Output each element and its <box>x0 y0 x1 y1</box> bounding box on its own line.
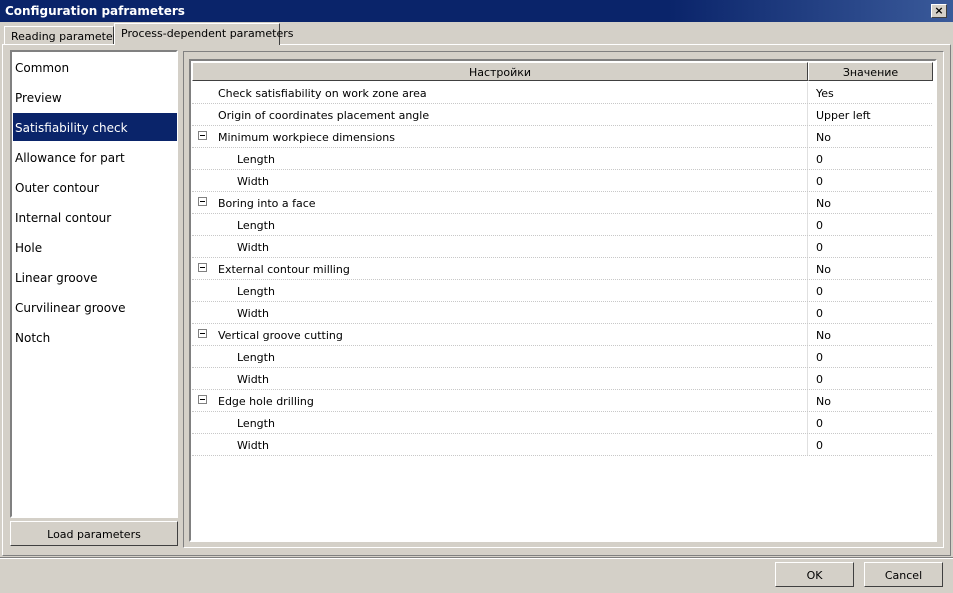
setting-value[interactable]: No <box>816 258 831 276</box>
sidebar-item[interactable]: Preview <box>13 83 177 111</box>
sidebar-item-label: Common <box>15 61 70 75</box>
table-row[interactable]: Minimum workpiece dimensions No <box>192 126 932 148</box>
sidebar-item[interactable]: Hole <box>13 233 177 261</box>
setting-name: Length <box>192 412 808 433</box>
tab-label: Reading parameters <box>11 30 123 43</box>
setting-value[interactable]: 0 <box>816 280 823 298</box>
table-row[interactable]: Length 0 <box>192 280 932 302</box>
setting-value[interactable]: No <box>816 126 831 144</box>
setting-value[interactable]: 0 <box>816 236 823 254</box>
setting-value[interactable]: 0 <box>816 434 823 452</box>
table-row[interactable]: Width 0 <box>192 434 932 456</box>
collapse-icon[interactable] <box>198 197 207 206</box>
cancel-label: Cancel <box>884 569 923 582</box>
close-icon: × <box>934 4 944 17</box>
table-row[interactable]: External contour milling No <box>192 258 932 280</box>
setting-value[interactable]: 0 <box>816 214 823 232</box>
table-row[interactable]: Origin of coordinates placement angle Upp… <box>192 104 932 126</box>
sidebar-item-label: Satisfiability check <box>15 121 128 135</box>
setting-value[interactable]: No <box>816 324 831 342</box>
setting-name: Origin of coordinates placement angle <box>192 104 808 125</box>
table-row[interactable]: Edge hole drilling No <box>192 390 932 412</box>
footer-separator <box>0 557 953 559</box>
table-row[interactable]: Vertical groove cutting No <box>192 324 932 346</box>
sidebar-item[interactable]: Outer contour <box>13 173 177 201</box>
table-row[interactable]: Length 0 <box>192 346 932 368</box>
settings-grid: Настройки Значение Check satisfiability … <box>189 59 937 542</box>
table-row[interactable]: Width 0 <box>192 368 932 390</box>
sidebar-item-label: Notch <box>15 331 51 345</box>
column-header-value[interactable]: Значение <box>808 62 933 81</box>
table-row[interactable]: Width 0 <box>192 170 932 192</box>
setting-value[interactable]: 0 <box>816 368 823 386</box>
window-title: Configuration paframeters <box>5 4 185 18</box>
sidebar-item-label: Outer contour <box>15 181 100 195</box>
setting-name: Length <box>192 148 808 169</box>
table-row[interactable]: Width 0 <box>192 236 932 258</box>
setting-value[interactable]: Upper left <box>816 104 871 122</box>
setting-value[interactable]: Yes <box>816 82 834 100</box>
setting-name: Edge hole drilling <box>192 390 808 411</box>
setting-name: External contour milling <box>192 258 808 279</box>
setting-name: Boring into a face <box>192 192 808 213</box>
collapse-icon[interactable] <box>198 131 207 140</box>
close-button[interactable]: × <box>931 4 947 18</box>
tab-label: Process-dependent parameters <box>121 27 294 40</box>
sidebar-item[interactable]: Notch <box>13 323 177 351</box>
table-row[interactable]: Length 0 <box>192 412 932 434</box>
setting-value[interactable]: 0 <box>816 170 823 188</box>
setting-name: Width <box>192 236 808 257</box>
load-parameters-button[interactable]: Load parameters <box>10 521 178 546</box>
ok-label: OK <box>806 569 823 582</box>
table-row[interactable]: Check satisfiability on work zone area Ye… <box>192 82 932 104</box>
collapse-icon[interactable] <box>198 329 207 338</box>
tab-process-dependent-parameters[interactable]: Process-dependent parameters <box>114 23 294 45</box>
setting-name: Length <box>192 346 808 367</box>
setting-value[interactable]: No <box>816 390 831 408</box>
setting-name: Width <box>192 302 808 323</box>
setting-name: Vertical groove cutting <box>192 324 808 345</box>
setting-name: Check satisfiability on work zone area <box>192 82 808 103</box>
sidebar-item[interactable]: Linear groove <box>13 263 177 291</box>
column-header-settings-label: Настройки <box>468 66 532 79</box>
sidebar-item[interactable]: Satisfiability check <box>13 113 177 141</box>
setting-name: Width <box>192 170 808 191</box>
cancel-button[interactable]: Cancel <box>864 562 943 587</box>
sidebar-item[interactable]: Curvilinear groove <box>13 293 177 321</box>
setting-value[interactable]: 0 <box>816 412 823 430</box>
table-row[interactable]: Boring into a face No <box>192 192 932 214</box>
collapse-icon[interactable] <box>198 263 207 272</box>
table-row[interactable]: Length 0 <box>192 214 932 236</box>
sidebar-item[interactable]: Allowance for part <box>13 143 177 171</box>
column-header-value-label: Значение <box>842 66 899 79</box>
ok-button[interactable]: OK <box>775 562 854 587</box>
sidebar-item-label: Preview <box>15 91 62 105</box>
sidebar-item-label: Internal contour <box>15 211 112 225</box>
setting-value[interactable]: 0 <box>816 302 823 320</box>
sidebar-item-label: Linear groove <box>15 271 98 285</box>
sidebar-item-label: Allowance for part <box>15 151 125 165</box>
setting-name: Length <box>192 214 808 235</box>
collapse-icon[interactable] <box>198 395 207 404</box>
setting-value[interactable]: 0 <box>816 148 823 166</box>
column-header-settings[interactable]: Настройки <box>192 62 808 81</box>
table-row[interactable]: Length 0 <box>192 148 932 170</box>
setting-name: Width <box>192 368 808 389</box>
table-row[interactable]: Width 0 <box>192 302 932 324</box>
setting-name: Length <box>192 280 808 301</box>
sidebar-item-label: Curvilinear groove <box>15 301 126 315</box>
sidebar-item[interactable]: Internal contour <box>13 203 177 231</box>
setting-name: Width <box>192 434 808 455</box>
category-list[interactable]: Common Preview Satisfiability check Allowan… <box>10 50 178 518</box>
title-bar: Configuration paframeters × <box>0 0 953 22</box>
sidebar-item[interactable]: Common <box>13 53 177 81</box>
setting-value[interactable]: No <box>816 192 831 210</box>
setting-value[interactable]: 0 <box>816 346 823 364</box>
load-parameters-label: Load parameters <box>47 528 141 541</box>
sidebar-item-label: Hole <box>15 241 43 255</box>
tab-reading-parameters[interactable]: Reading parameters <box>4 26 123 45</box>
setting-name: Minimum workpiece dimensions <box>192 126 808 147</box>
